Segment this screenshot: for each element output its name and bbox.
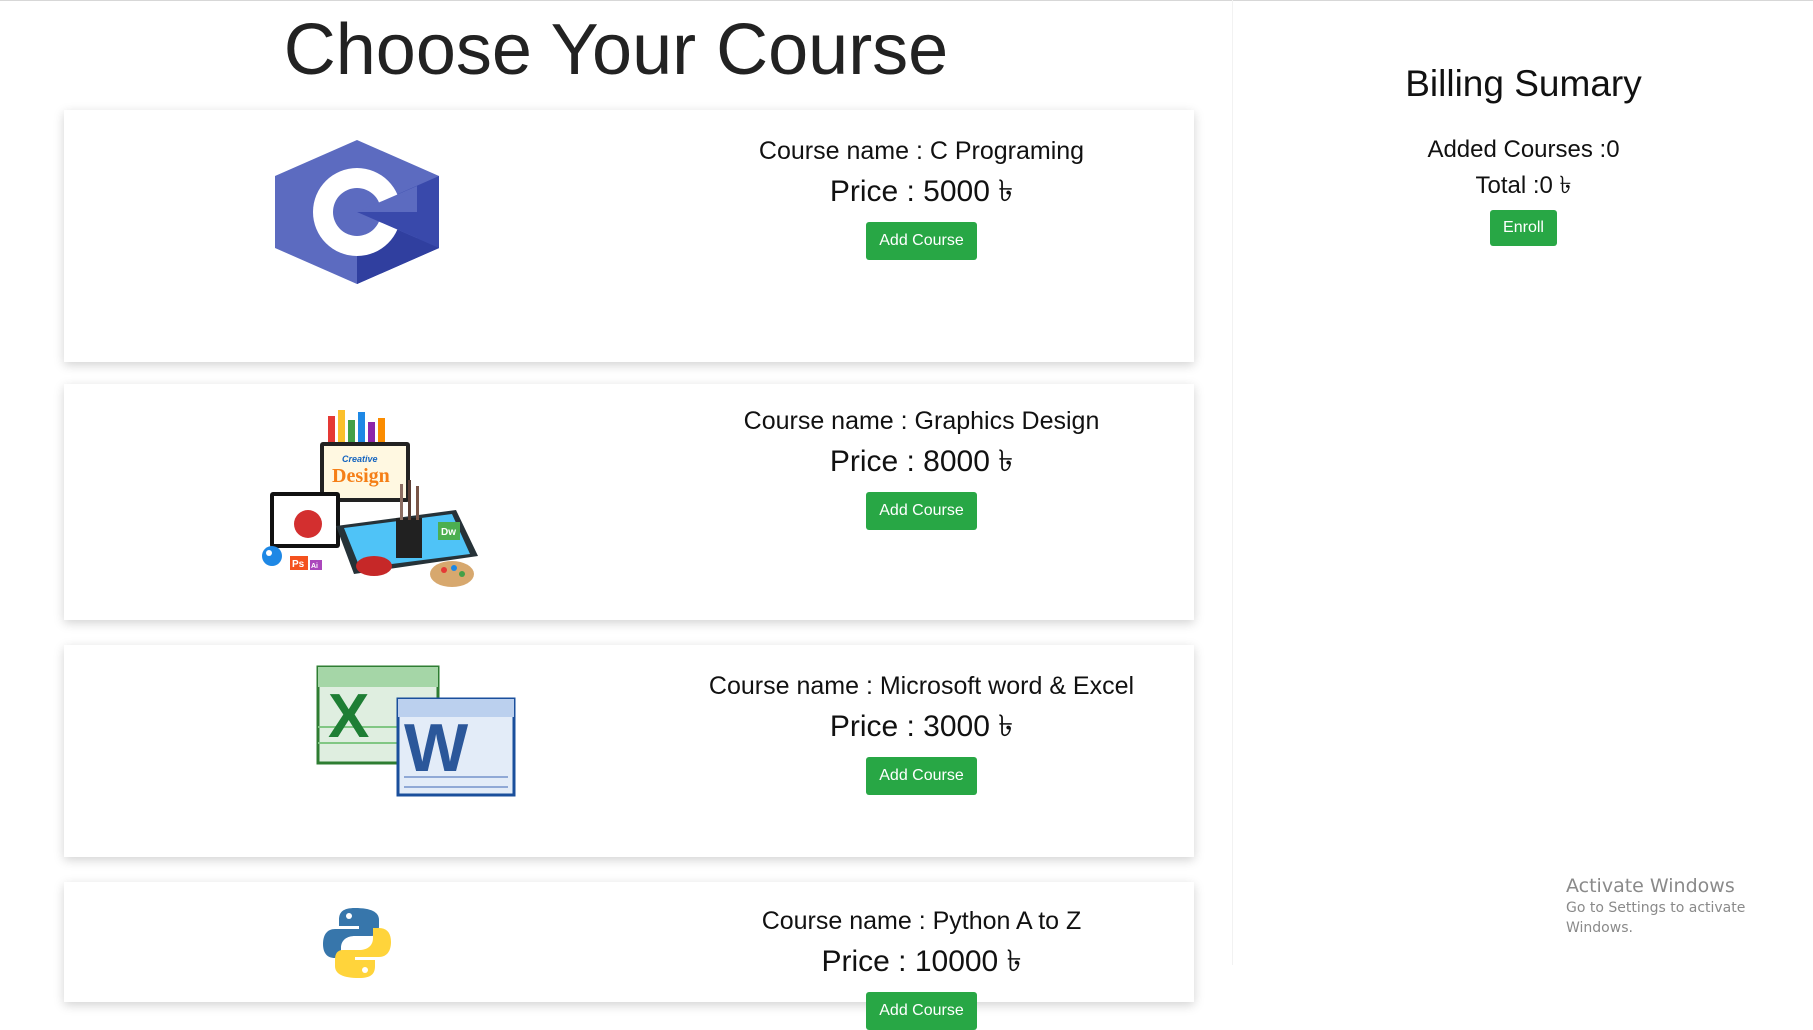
add-course-button-word-excel[interactable]: Add Course	[866, 757, 977, 795]
image-text-excel-x: X	[328, 682, 369, 751]
course-name: Course name : Graphics Design	[743, 407, 1100, 435]
course-card-word-excel: X W Course name : Microsoft word & Excel…	[64, 645, 1194, 857]
watermark-subtitle: Go to Settings to activate Windows.	[1566, 900, 1746, 936]
add-course-button-graphics[interactable]: Add Course	[866, 492, 977, 530]
course-price: Price : 5000 ৳	[829, 175, 1014, 208]
billing-total: Total :0 ৳	[1475, 172, 1572, 199]
course-image-python	[64, 882, 649, 1002]
course-info-c: Course name : C Programing Price : 5000 …	[649, 110, 1194, 260]
billing-summary-panel: Billing Sumary Added Courses :0 Total :0…	[1232, 0, 1813, 965]
graphics-design-illustration-icon: Creative Design Dw Ps Ai	[262, 410, 478, 587]
page-title: Choose Your Course	[283, 10, 949, 90]
enroll-button[interactable]: Enroll	[1490, 210, 1557, 246]
course-info-graphics: Course name : Graphics Design Price : 80…	[649, 384, 1194, 530]
image-text-word-w: W	[404, 710, 469, 786]
course-info-word-excel: Course name : Microsoft word & Excel Pri…	[649, 645, 1194, 795]
added-courses-count: Added Courses :0	[1427, 136, 1620, 163]
course-name: Course name : C Programing	[758, 137, 1085, 165]
course-name: Course name : Microsoft word & Excel	[708, 672, 1135, 700]
word-excel-logo-icon: X W	[316, 665, 516, 797]
course-image-c	[64, 110, 649, 362]
course-card-c-programming: Course name : C Programing Price : 5000 …	[64, 110, 1194, 362]
image-text-creative: Creative	[342, 454, 378, 464]
add-course-button-python[interactable]: Add Course	[866, 992, 977, 1030]
course-name: Course name : Python A to Z	[761, 907, 1082, 935]
course-card-graphics-design: Creative Design Dw Ps Ai Course name: G…	[64, 384, 1194, 620]
course-card-python: Course name : Python A to Z Price : 1000…	[64, 882, 1194, 1030]
image-text-ps: Ps	[292, 559, 305, 570]
image-text-ai: Ai	[311, 563, 318, 570]
course-list-column: Choose Your Course Course name : C Progr…	[0, 0, 1232, 1030]
windows-activation-watermark: Activate Windows Go to Settings to activ…	[1566, 874, 1813, 938]
course-info-python: Course name : Python A to Z Price : 1000…	[649, 882, 1194, 1030]
course-price: Price : 8000 ৳	[829, 445, 1014, 478]
python-logo-icon	[323, 908, 391, 978]
watermark-title: Activate Windows	[1566, 875, 1735, 897]
add-course-button-c[interactable]: Add Course	[866, 222, 977, 260]
billing-title: Billing Sumary	[1405, 63, 1642, 104]
course-price: Price : 3000 ৳	[829, 710, 1014, 743]
enroll-wrap: Enroll	[1233, 210, 1813, 246]
course-image-graphics: Creative Design Dw Ps Ai	[64, 384, 649, 620]
image-text-design: Design	[332, 465, 390, 487]
course-price: Price : 10000 ৳	[821, 945, 1022, 978]
c-language-logo-icon	[275, 140, 439, 284]
image-text-dw: Dw	[441, 527, 456, 538]
course-image-word-excel: X W	[64, 645, 649, 857]
